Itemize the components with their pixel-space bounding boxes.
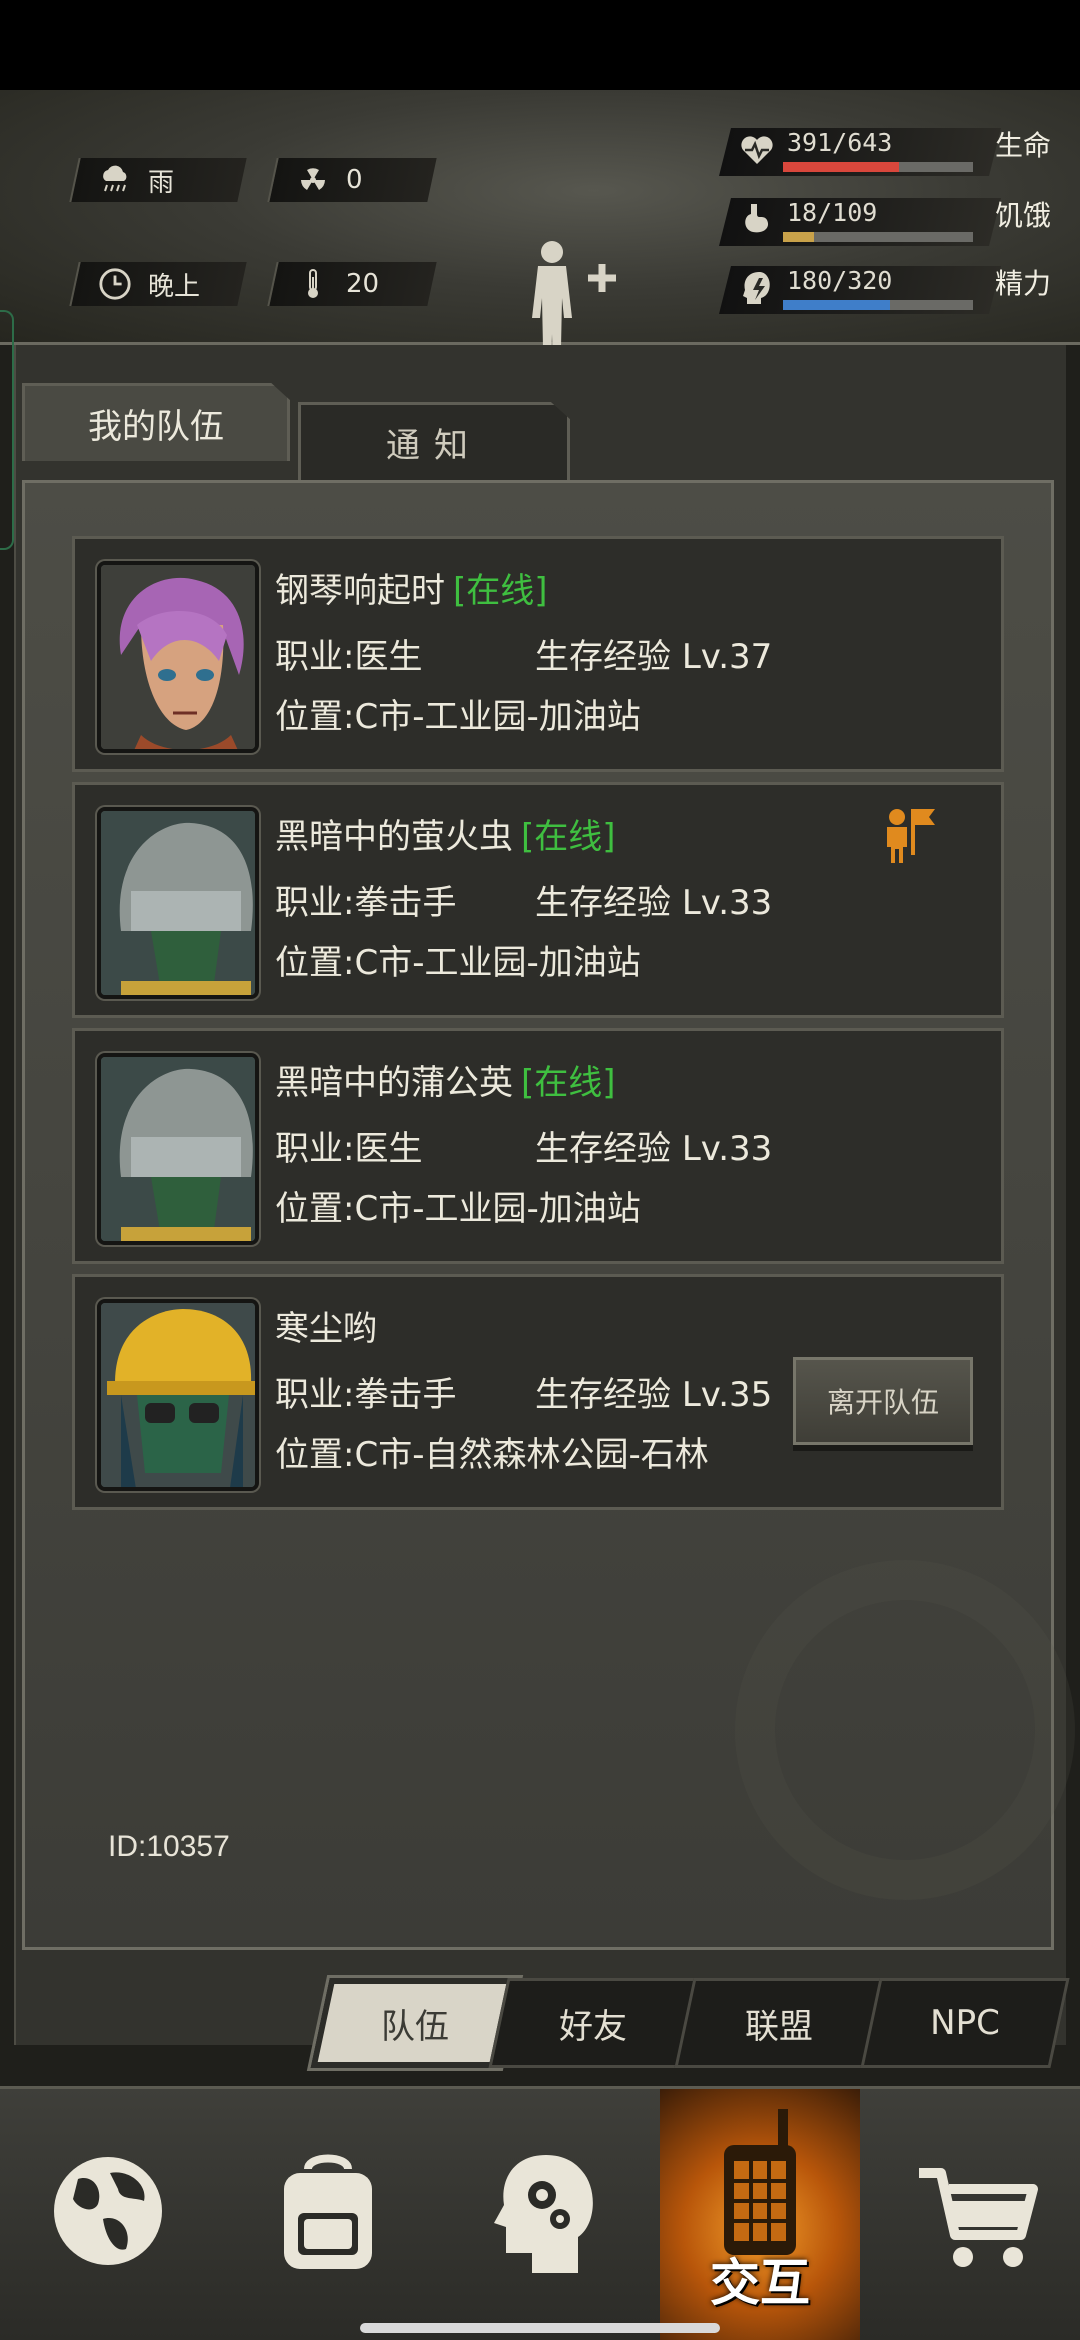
team-member-row[interactable]: 钢琴响起时 [在线] 职业:医生 生存经验 Lv.37 位置:C市-工业园-加油站 bbox=[72, 536, 1004, 772]
time-chip: 晚上 bbox=[69, 262, 247, 306]
health-value: 391/643 bbox=[787, 128, 893, 157]
stomach-icon bbox=[735, 198, 779, 242]
team-leader-flag-icon bbox=[881, 805, 937, 865]
member-name: 黑暗中的蒲公英 bbox=[275, 1063, 513, 1103]
status-panel: 雨 0 晚上 20 391/643 生命 18/109 饥饿 180/320 精… bbox=[0, 90, 1080, 398]
tab-alliance[interactable]: 联盟 bbox=[674, 1978, 884, 2068]
radiation-value: 0 bbox=[346, 165, 363, 195]
energy-head-icon bbox=[735, 266, 779, 310]
member-name: 钢琴响起时 bbox=[275, 571, 445, 611]
hunger-value: 18/109 bbox=[787, 198, 878, 227]
side-drawer-handle[interactable] bbox=[0, 310, 14, 550]
avatar bbox=[97, 1299, 259, 1491]
job-key: 职业: bbox=[275, 637, 355, 677]
hunger-stat: 18/109 饥饿 bbox=[719, 190, 1065, 250]
social-subtabs: 队伍 好友 联盟 NPC bbox=[300, 1978, 1070, 2068]
hunger-label: 饥饿 bbox=[995, 199, 1052, 232]
team-member-row[interactable]: 黑暗中的蒲公英 [在线] 职业:医生 生存经验 Lv.33 位置:C市-工业园-加… bbox=[72, 1028, 1004, 1264]
job-key: 职业: bbox=[275, 1129, 355, 1169]
exp-key: 生存经验 bbox=[535, 637, 671, 677]
member-job: 医生 bbox=[354, 637, 423, 677]
exp-key: 生存经验 bbox=[535, 883, 671, 923]
exp-key: 生存经验 bbox=[535, 1375, 671, 1415]
bottom-nav: 交互 bbox=[0, 2086, 1080, 2340]
exp-key: 生存经验 bbox=[535, 1129, 671, 1169]
radiation-chip: 0 bbox=[267, 158, 437, 202]
tab-my-team[interactable]: 我的队伍 bbox=[22, 383, 290, 461]
team-member-row[interactable]: 黑暗中的萤火虫 [在线] 职业:拳击手 生存经验 Lv.33 位置:C市-工业园-… bbox=[72, 782, 1004, 1018]
avatar bbox=[97, 807, 259, 999]
globe-icon bbox=[48, 2149, 168, 2283]
nav-interact-label: 交互 bbox=[710, 2254, 810, 2312]
job-key: 职业: bbox=[275, 1375, 355, 1415]
energy-value: 180/320 bbox=[787, 266, 893, 295]
hunger-bar bbox=[783, 232, 973, 242]
player-id: ID:10357 bbox=[108, 1830, 230, 1863]
energy-label: 精力 bbox=[995, 267, 1052, 300]
backpack-icon bbox=[268, 2149, 388, 2283]
health-label: 生命 bbox=[995, 129, 1052, 162]
member-location: C市-工业园-加油站 bbox=[354, 697, 641, 737]
health-bar bbox=[783, 162, 973, 172]
member-job: 医生 bbox=[354, 1129, 423, 1169]
home-indicator[interactable] bbox=[360, 2323, 720, 2333]
member-level: Lv.33 bbox=[681, 1129, 773, 1169]
tab-notice[interactable]: 通知 bbox=[298, 402, 570, 480]
member-level: Lv.33 bbox=[681, 883, 773, 923]
member-location: C市-工业园-加油站 bbox=[354, 1189, 641, 1229]
member-name: 黑暗中的萤火虫 bbox=[275, 817, 513, 857]
job-key: 职业: bbox=[275, 883, 355, 923]
plus-icon bbox=[588, 264, 616, 292]
heart-icon bbox=[735, 128, 779, 172]
member-name: 寒尘哟 bbox=[275, 1309, 377, 1349]
rain-cloud-icon bbox=[98, 163, 132, 197]
nav-interact[interactable]: 交互 bbox=[660, 2089, 860, 2340]
energy-stat: 180/320 精力 bbox=[719, 258, 1065, 318]
nav-map[interactable] bbox=[8, 2089, 208, 2340]
nav-backpack[interactable] bbox=[228, 2089, 428, 2340]
health-stat: 391/643 生命 bbox=[719, 120, 1065, 180]
system-status-bar bbox=[0, 0, 1080, 90]
member-location: C市-工业园-加油站 bbox=[354, 943, 641, 983]
clock-icon bbox=[98, 267, 132, 301]
head-gears-icon bbox=[486, 2149, 606, 2283]
member-level: Lv.35 bbox=[681, 1375, 773, 1415]
online-status: [在线] bbox=[453, 571, 548, 611]
temperature-value: 20 bbox=[346, 269, 380, 299]
weather-value: 雨 bbox=[148, 167, 175, 198]
radiation-watermark bbox=[735, 1560, 1075, 1900]
tab-team[interactable]: 队伍 bbox=[310, 1978, 520, 2068]
radiation-icon bbox=[296, 163, 330, 197]
location-key: 位置: bbox=[275, 1189, 355, 1229]
nav-skills[interactable] bbox=[446, 2089, 646, 2340]
location-key: 位置: bbox=[275, 697, 355, 737]
location-key: 位置: bbox=[275, 943, 355, 983]
member-job: 拳击手 bbox=[354, 1375, 457, 1415]
member-level: Lv.37 bbox=[681, 637, 773, 677]
avatar bbox=[97, 561, 259, 753]
avatar bbox=[97, 1053, 259, 1245]
member-location: C市-自然森林公园-石林 bbox=[354, 1435, 709, 1475]
tab-friends[interactable]: 好友 bbox=[488, 1978, 698, 2068]
online-status: [在线] bbox=[521, 1063, 616, 1103]
temperature-chip: 20 bbox=[267, 262, 437, 306]
weather-chip: 雨 bbox=[69, 158, 247, 202]
location-key: 位置: bbox=[275, 1435, 355, 1475]
nav-shop[interactable] bbox=[880, 2089, 1080, 2340]
walkie-talkie-icon bbox=[708, 2109, 812, 2263]
team-member-row[interactable]: 寒尘哟 职业:拳击手 生存经验 Lv.35 位置:C市-自然森林公园-石林 离开… bbox=[72, 1274, 1004, 1510]
thermometer-icon bbox=[296, 267, 330, 301]
cart-icon bbox=[915, 2149, 1045, 2283]
energy-bar bbox=[783, 300, 973, 310]
online-status: [在线] bbox=[521, 817, 616, 857]
member-job: 拳击手 bbox=[354, 883, 457, 923]
time-value: 晚上 bbox=[148, 271, 201, 302]
leave-team-button[interactable]: 离开队伍 bbox=[793, 1357, 973, 1445]
tab-npc[interactable]: NPC bbox=[860, 1978, 1070, 2068]
